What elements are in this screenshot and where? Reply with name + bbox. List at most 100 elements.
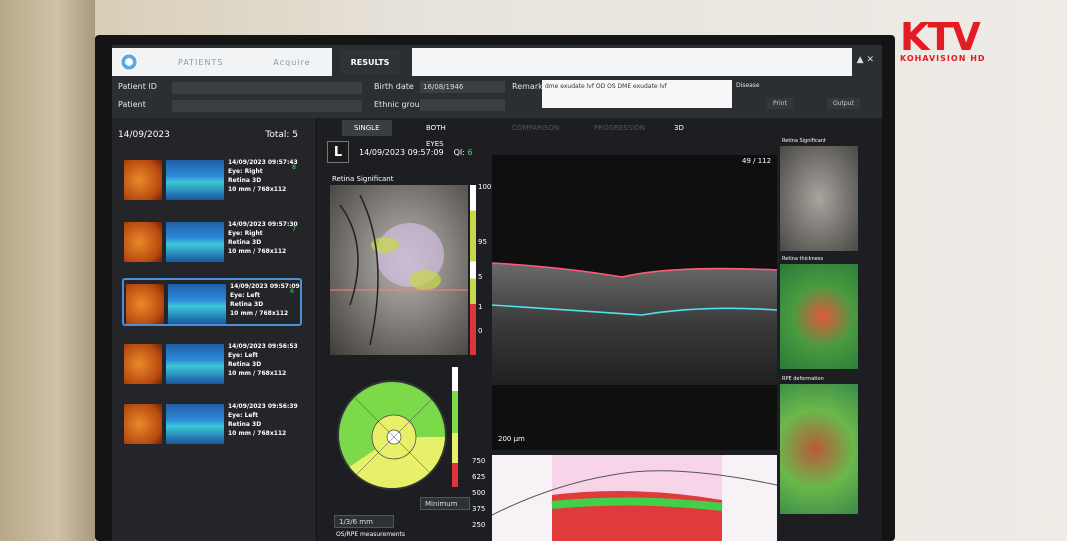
channel-hd: HD [970, 54, 986, 63]
scan-item-5[interactable]: 14/09/2023 09:56:39 Eye: Left Retina 3D … [122, 400, 302, 448]
ethnic-group-field[interactable] [420, 99, 505, 111]
oct-thumbnail [166, 222, 224, 262]
scale-bar-label: 200 µm [498, 435, 525, 443]
zone-size-dropdown[interactable]: 1/3/6 mm [334, 515, 394, 528]
tab-comparison[interactable]: COMPARISON [500, 120, 571, 136]
scan-type: Retina 3D [228, 361, 262, 368]
fundus-thumbnail [126, 284, 164, 324]
scan-header: L 14/09/2023 09:57:09 QI: 6 [327, 141, 473, 163]
print-button[interactable]: Print [767, 98, 793, 109]
scan-item-4[interactable]: 14/09/2023 09:56:53 Eye: Left Retina 3D … [122, 340, 302, 388]
scan-size: 10 mm / 768x112 [228, 370, 287, 377]
rpe-deformation-label: RPE deformation [782, 376, 824, 382]
fundus-thumbnail [124, 222, 162, 262]
thickness-profile-chart [492, 455, 777, 541]
scan-quality: 6 [290, 288, 294, 295]
retina-significant-thumb[interactable] [780, 146, 858, 251]
retina-significant-label: Retina Significant [332, 175, 394, 183]
window-controls[interactable]: ▲ ✕ [857, 55, 874, 65]
scan-type: Retina 3D [228, 239, 262, 246]
rpe-deformation-map[interactable] [780, 384, 858, 514]
chart-ytick: 250 [472, 521, 486, 529]
channel-sub: KOHAVISION [900, 54, 967, 63]
oct-app-screen: PATIENTS Acquire RESULTS ▲ ✕ Patient ID … [112, 45, 882, 541]
tab-3d[interactable]: 3D [662, 120, 696, 136]
patient-label: Patient [118, 100, 146, 109]
oct-thumbnail [166, 404, 224, 444]
background-pillar [0, 0, 95, 541]
scan-datetime: 14/09/2023 09:57:30 [228, 221, 298, 228]
scale-tick: 1 [478, 303, 483, 311]
retina-thickness-map[interactable] [780, 264, 858, 369]
channel-logo: KTV KOHAVISION HD [900, 18, 1015, 68]
fundus-thumbnail [124, 404, 162, 444]
tab-both-eyes[interactable]: BOTH EYES [414, 120, 458, 148]
scan-datetime: 14/09/2023 09:56:53 [228, 343, 298, 350]
scan-quality: 8 [292, 164, 296, 171]
topbar-blank-area [412, 48, 852, 76]
scale-tick: 100 [478, 183, 492, 191]
tab-acquire-label[interactable]: Acquire [273, 58, 310, 67]
app-topbar: PATIENTS Acquire RESULTS ▲ ✕ [112, 45, 882, 78]
scan-datetime: 14/09/2023 09:56:39 [228, 403, 298, 410]
patient-info-bar: Patient ID Patient Birth date 16/08/1946… [112, 78, 882, 118]
scan-eye: Eye: Left [228, 412, 258, 419]
fundus-overlay [330, 194, 468, 346]
tab-single[interactable]: SINGLE [342, 120, 392, 136]
scan-eye: Eye: Right [228, 230, 263, 237]
retina-significant-right-label: Retina Significant [782, 138, 826, 144]
session-total[interactable]: Total: 5 [265, 130, 298, 140]
thickness-profile-svg [492, 455, 777, 541]
app-logo-icon [120, 53, 138, 71]
fundus-significance-map[interactable] [330, 185, 468, 355]
scan-type: Retina 3D [228, 177, 262, 184]
fundus-thumbnail [124, 344, 162, 384]
scan-size: 10 mm / 768x112 [228, 430, 287, 437]
scan-eye: Eye: Left [228, 352, 258, 359]
tab-progression[interactable]: PROGRESSION [582, 120, 657, 136]
patient-name-field[interactable] [172, 100, 362, 112]
patient-id-label: Patient ID [118, 82, 157, 91]
oct-thumbnail [166, 160, 224, 200]
os-rpe-label: OS/RPE measurements [336, 531, 406, 538]
output-button[interactable]: Output [827, 98, 860, 109]
eye-indicator: L [327, 141, 349, 163]
birth-date-field[interactable]: 16/08/1946 [420, 81, 505, 93]
current-datetime: 14/09/2023 09:57:09 [359, 147, 444, 157]
scan-size: 10 mm / 768x112 [230, 310, 289, 317]
scan-list-panel: 14/09/2023 Total: 5 14/09/2023 09:57:43 … [112, 118, 317, 541]
session-date: 14/09/2023 [118, 130, 170, 140]
channel-name: KTV [900, 15, 981, 59]
remarks-field[interactable]: dme exudate lvf OD OS DME exudate lvf [542, 80, 732, 108]
session-date-row[interactable]: 14/09/2023 Total: 5 [118, 124, 298, 146]
scan-datetime: 14/09/2023 09:57:43 [228, 159, 298, 166]
scale-tick: 95 [478, 238, 487, 246]
sector-scale-bar [452, 367, 458, 487]
mode-dropdown[interactable]: Minimum [420, 497, 470, 510]
sector-overlay [349, 397, 445, 488]
scan-item-1[interactable]: 14/09/2023 09:57:43 Eye: Right Retina 3D… [122, 156, 302, 204]
qi-label: QI: [453, 147, 465, 157]
scan-size: 10 mm / 768x112 [228, 248, 287, 255]
scale-tick: 0 [478, 327, 483, 335]
oct-bscan-view[interactable]: 49 / 112 200 µm [492, 155, 777, 450]
ethnic-group-label: Ethnic group [374, 100, 425, 109]
scan-item-3-selected[interactable]: 14/09/2023 09:57:09 Eye: Left Retina 3D … [122, 278, 302, 326]
oct-thumbnail [168, 284, 226, 324]
scan-eye: Eye: Right [228, 168, 263, 175]
scale-tick: 5 [478, 273, 483, 281]
oct-bscan-image [492, 262, 777, 385]
scan-size: 10 mm / 768x112 [228, 186, 287, 193]
tab-patients-label[interactable]: PATIENTS [178, 58, 223, 67]
scan-type: Retina 3D [228, 421, 262, 428]
scan-quality: 7 [292, 226, 296, 233]
tab-results[interactable]: RESULTS [340, 50, 400, 74]
right-map-column: Retina Significant Retina thickness RPE … [780, 138, 870, 538]
tab-patients-acquire[interactable]: PATIENTS Acquire [112, 48, 332, 76]
sector-thickness-map[interactable] [337, 380, 447, 490]
chart-ytick: 750 [472, 457, 486, 465]
birth-date-label: Birth date [374, 82, 414, 91]
scan-item-2[interactable]: 14/09/2023 09:57:30 Eye: Right Retina 3D… [122, 218, 302, 266]
qi-value: 6 [467, 147, 473, 157]
patient-id-field[interactable] [172, 82, 362, 94]
